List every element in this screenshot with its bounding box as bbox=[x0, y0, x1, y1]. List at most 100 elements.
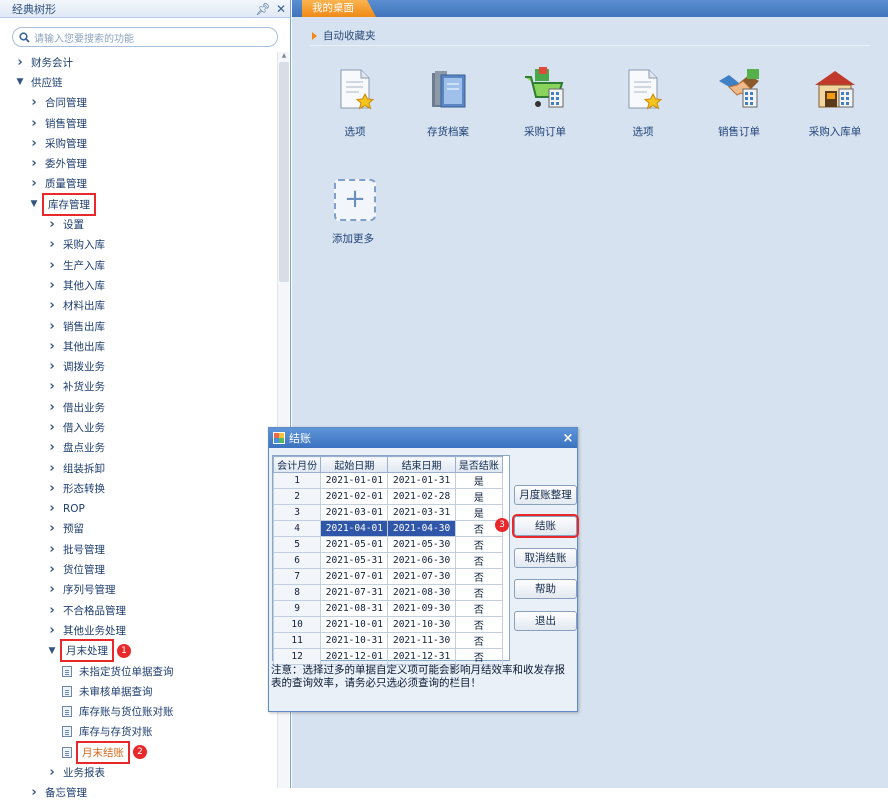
chevron-right-icon[interactable]: › bbox=[46, 542, 58, 557]
shortcut-purchase-order[interactable]: 采购订单 bbox=[510, 67, 580, 139]
table-row[interactable]: 1 2021-01-01 2021-01-31 是 bbox=[272, 472, 504, 489]
chevron-right-icon[interactable]: › bbox=[28, 176, 40, 191]
tree-node[interactable]: › 销售管理 bbox=[0, 113, 276, 133]
tree-node[interactable]: 库存与存货对账 bbox=[0, 722, 276, 742]
tab-my-desktop[interactable]: 我的桌面 bbox=[302, 0, 376, 17]
tree-node[interactable]: › 借出业务 bbox=[0, 397, 276, 417]
chevron-right-icon[interactable]: › bbox=[46, 319, 58, 334]
tree-node[interactable]: › 调拨业务 bbox=[0, 356, 276, 376]
chevron-right-icon[interactable]: › bbox=[46, 339, 58, 354]
pin-icon[interactable]: 📌︎ bbox=[254, 2, 272, 16]
table-row[interactable]: 2 2021-02-01 2021-02-28 是 bbox=[272, 488, 504, 505]
tree-node[interactable]: › 盘点业务 bbox=[0, 438, 276, 458]
tree-node[interactable]: › 批号管理 bbox=[0, 539, 276, 559]
table-row[interactable]: 6 2021-05-31 2021-06-30 否 bbox=[272, 552, 504, 569]
chevron-down-icon[interactable]: ▼ bbox=[14, 77, 26, 87]
chevron-right-icon[interactable]: › bbox=[28, 116, 40, 131]
tree-node[interactable]: › 序列号管理 bbox=[0, 580, 276, 600]
tree-node[interactable]: 库存账与货位账对账 bbox=[0, 702, 276, 722]
dialog-title-bar[interactable]: 结账 × bbox=[269, 428, 577, 448]
tree-node[interactable]: 未审核单据查询 bbox=[0, 681, 276, 701]
tree-node[interactable]: › 不合格品管理 bbox=[0, 600, 276, 620]
tree-node[interactable]: › 其他入库 bbox=[0, 275, 276, 295]
scrollbar-thumb[interactable] bbox=[279, 62, 289, 282]
exit-button[interactable]: 退出 bbox=[514, 611, 577, 631]
chevron-right-icon[interactable]: › bbox=[46, 278, 58, 293]
close-icon[interactable]: × bbox=[559, 431, 577, 446]
period-grid[interactable]: 会计月份 起始日期 结束日期 是否结账 1 2021-01-01 2021-01-31 是 2… bbox=[272, 455, 510, 665]
table-row[interactable]: 12 2021-12-01 2021-12-31 否 bbox=[272, 648, 504, 665]
chevron-right-icon[interactable]: › bbox=[14, 55, 26, 70]
column-header[interactable]: 起始日期 bbox=[320, 456, 389, 473]
chevron-right-icon[interactable]: › bbox=[46, 379, 58, 394]
tree-node[interactable]: › 借入业务 bbox=[0, 417, 276, 437]
scroll-up-icon[interactable]: ▲ bbox=[278, 52, 290, 62]
tree-node[interactable]: › 财务会计 bbox=[0, 52, 276, 72]
chevron-right-icon[interactable]: › bbox=[46, 258, 58, 273]
tree-node[interactable]: › 采购入库 bbox=[0, 235, 276, 255]
tree-node[interactable]: › 其他出库 bbox=[0, 336, 276, 356]
tree-node[interactable]: › 生产入库 bbox=[0, 255, 276, 275]
tree-node[interactable]: › 业务报表 bbox=[0, 762, 276, 782]
chevron-down-icon[interactable]: ▼ bbox=[28, 199, 40, 209]
chevron-right-icon[interactable]: › bbox=[46, 562, 58, 577]
chevron-right-icon[interactable]: › bbox=[46, 237, 58, 252]
chevron-right-icon[interactable]: › bbox=[28, 95, 40, 110]
table-row[interactable]: 9 2021-08-31 2021-09-30 否 bbox=[272, 600, 504, 617]
chevron-right-icon[interactable]: › bbox=[46, 501, 58, 516]
tree-node[interactable]: › 其他业务处理 bbox=[0, 620, 276, 640]
tree-node[interactable]: 月末结账 2 bbox=[0, 740, 276, 764]
tree-node[interactable]: › 合同管理 bbox=[0, 93, 276, 113]
shortcut-purchase-receipt[interactable]: 采购入库单 bbox=[800, 67, 870, 139]
tree-node[interactable]: ▼ 供应链 bbox=[0, 72, 276, 92]
tree-node[interactable]: › 委外管理 bbox=[0, 153, 276, 173]
tree-node[interactable]: › 设置 bbox=[0, 214, 276, 234]
close-account-button[interactable]: 结账 bbox=[512, 514, 579, 538]
tree-node[interactable]: 未指定货位单据查询 bbox=[0, 661, 276, 681]
column-header[interactable]: 会计月份 bbox=[272, 456, 322, 473]
shortcut-options-1[interactable]: 选项 bbox=[320, 67, 390, 139]
chevron-down-icon[interactable]: ▼ bbox=[46, 646, 58, 656]
tree-node[interactable]: › 货位管理 bbox=[0, 559, 276, 579]
add-more-button[interactable]: + bbox=[334, 179, 376, 221]
help-button[interactable]: 帮助 bbox=[514, 579, 577, 599]
chevron-right-icon[interactable]: › bbox=[46, 298, 58, 313]
table-row[interactable]: 8 2021-07-31 2021-08-30 否 bbox=[272, 584, 504, 601]
tree-node[interactable]: › ROP bbox=[0, 499, 276, 519]
tree-node[interactable]: › 采购管理 bbox=[0, 133, 276, 153]
chevron-right-icon[interactable]: › bbox=[46, 603, 58, 618]
chevron-right-icon[interactable]: › bbox=[28, 156, 40, 171]
tree-node[interactable]: › 形态转换 bbox=[0, 478, 276, 498]
search-input[interactable]: 请输入您要搜索的功能 bbox=[12, 27, 278, 47]
table-row[interactable]: 11 2021-10-31 2021-11-30 否 bbox=[272, 632, 504, 649]
tree-node[interactable]: › 组装拆卸 bbox=[0, 458, 276, 478]
chevron-right-icon[interactable]: › bbox=[46, 765, 58, 780]
tree-node[interactable]: ▼ 库存管理 bbox=[0, 192, 276, 216]
cancel-closing-button[interactable]: 取消结账 bbox=[514, 548, 577, 568]
chevron-right-icon[interactable]: › bbox=[46, 440, 58, 455]
chevron-right-icon[interactable]: › bbox=[46, 481, 58, 496]
shortcut-sales-order[interactable]: 销售订单 bbox=[704, 67, 774, 139]
chevron-right-icon[interactable]: › bbox=[46, 623, 58, 638]
tree-node[interactable]: › 材料出库 bbox=[0, 296, 276, 316]
chevron-right-icon[interactable]: › bbox=[46, 521, 58, 536]
column-header[interactable]: 结束日期 bbox=[387, 456, 456, 473]
favorites-header[interactable]: 自动收藏夹 bbox=[312, 28, 376, 43]
reorganize-ledger-button[interactable]: 月度账整理 bbox=[514, 485, 577, 505]
tree-node[interactable]: ▼ 月末处理 1 bbox=[0, 639, 276, 663]
column-header[interactable]: 是否结账 bbox=[454, 456, 504, 473]
table-row[interactable]: 10 2021-10-01 2021-10-30 否 bbox=[272, 616, 504, 633]
tree-node[interactable]: › 质量管理 bbox=[0, 174, 276, 194]
table-row[interactable]: 4 2021-04-01 2021-04-30 否 bbox=[272, 520, 504, 537]
close-icon[interactable]: ✕ bbox=[272, 2, 290, 16]
chevron-right-icon[interactable]: › bbox=[46, 461, 58, 476]
table-row[interactable]: 7 2021-07-01 2021-07-30 否 bbox=[272, 568, 504, 585]
shortcut-inventory[interactable]: 存货档案 bbox=[413, 67, 483, 139]
chevron-right-icon[interactable]: › bbox=[28, 136, 40, 151]
table-row[interactable]: 3 2021-03-01 2021-03-31 是 bbox=[272, 504, 504, 521]
shortcut-options-2[interactable]: 选项 bbox=[608, 67, 678, 139]
chevron-right-icon[interactable]: › bbox=[46, 217, 58, 232]
tree-node[interactable]: › 备忘管理 bbox=[0, 783, 276, 803]
table-row[interactable]: 5 2021-05-01 2021-05-30 否 bbox=[272, 536, 504, 553]
tree-node[interactable]: › 补货业务 bbox=[0, 377, 276, 397]
